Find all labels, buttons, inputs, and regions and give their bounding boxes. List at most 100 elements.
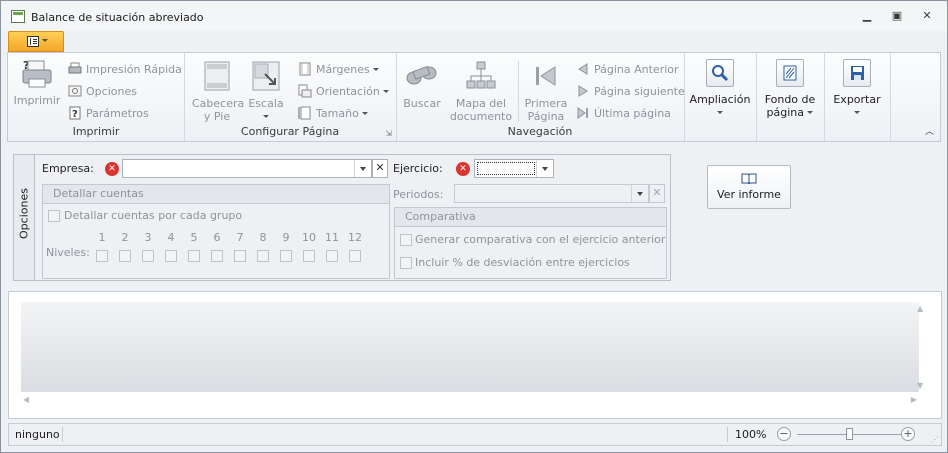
level-number: 10: [302, 231, 316, 244]
level-checkbox[interactable]: [280, 250, 292, 262]
status-bar: ninguno 100% − + ⋰: [8, 423, 942, 446]
level-checkbox[interactable]: [257, 250, 269, 262]
group-label-print: Imprimir: [72, 125, 120, 138]
header-footer-label-1: Cabecera: [192, 97, 245, 110]
next-page-button[interactable]: Página siguiente: [576, 84, 685, 99]
window-title: Balance de situación abreviado: [31, 11, 204, 24]
next-page-label: Página siguiente: [594, 85, 685, 98]
margins-button[interactable]: Márgenes: [298, 62, 380, 77]
options-tab[interactable]: Opciones: [14, 155, 35, 280]
options-button[interactable]: Opciones: [68, 84, 137, 99]
parameters-icon: ?: [69, 106, 81, 120]
zoom-in-icon[interactable]: +: [901, 427, 915, 441]
level-number: 8: [259, 231, 267, 244]
svg-text:?: ?: [72, 109, 78, 120]
level-checkbox[interactable]: [119, 250, 131, 262]
clear-icon[interactable]: ✕: [649, 184, 665, 203]
fiscal-year-combo[interactable]: [474, 159, 554, 178]
resize-grip-icon[interactable]: ⋰: [931, 435, 939, 444]
detail-per-group-checkbox[interactable]: [48, 210, 60, 222]
header-footer-button[interactable]: Cabecera y Pie: [192, 61, 245, 123]
horizontal-scrollbar[interactable]: ◀ ▶: [21, 393, 919, 408]
scroll-down-icon[interactable]: ▼: [917, 381, 923, 390]
next-page-icon: [578, 85, 588, 97]
parameters-button[interactable]: ? Parámetros: [68, 106, 149, 121]
file-menu-button[interactable]: [8, 31, 64, 52]
restore-icon[interactable]: ▣: [889, 9, 905, 23]
chevron-down-icon: [717, 111, 723, 114]
search-button[interactable]: Buscar: [400, 61, 444, 110]
first-page-button[interactable]: Primera Página: [522, 61, 570, 123]
size-button[interactable]: Tamaño: [298, 106, 369, 121]
page-background-label-1: Fondo de: [764, 93, 816, 106]
quick-print-button[interactable]: Impresión Rápida: [68, 62, 182, 77]
scroll-right-icon[interactable]: ▶: [911, 395, 917, 404]
ribbon-group-export: Exportar: [824, 53, 891, 141]
level-number: 7: [236, 231, 244, 244]
zoom-label: Ampliación: [689, 93, 751, 106]
collapse-ribbon-icon[interactable]: ︿: [925, 124, 934, 137]
fiscal-year-focus: [477, 162, 535, 175]
ribbon-group-print: ? Imprimir Impresión Rápida Opciones ? Pa…: [8, 53, 185, 141]
level-checkbox[interactable]: [165, 250, 177, 262]
zoom-slider-thumb[interactable]: [846, 428, 853, 440]
last-page-button[interactable]: Última página: [576, 106, 671, 121]
company-combo[interactable]: ✕: [122, 159, 388, 178]
page-background-button[interactable]: Fondo de página: [756, 59, 824, 119]
periods-combo[interactable]: ✕: [454, 184, 665, 203]
minimize-icon[interactable]: ▁: [859, 9, 875, 23]
ribbon-group-page-background: Fondo de página: [756, 53, 825, 141]
zoom-out-icon[interactable]: −: [777, 427, 791, 441]
level-checkbox[interactable]: [96, 250, 108, 262]
error-icon: ✕: [456, 162, 470, 176]
detail-accounts-title: Detallar cuentas: [43, 185, 389, 204]
clear-icon[interactable]: ✕: [372, 159, 388, 178]
level-checkbox[interactable]: [303, 250, 315, 262]
level-checkbox[interactable]: [142, 250, 154, 262]
generate-comparison-checkbox[interactable]: [400, 234, 412, 246]
report-canvas: [21, 302, 919, 392]
level-checkbox[interactable]: [234, 250, 246, 262]
previous-page-button[interactable]: Página Anterior: [576, 62, 679, 77]
page-background-icon: [776, 59, 804, 87]
document-map-button[interactable]: Mapa del documento: [448, 61, 514, 123]
close-icon[interactable]: ✕: [919, 9, 935, 23]
separator: [62, 427, 63, 442]
parameters-label: Parámetros: [86, 107, 149, 120]
chevron-down-icon: [42, 39, 48, 42]
zoom-button[interactable]: Ampliación: [684, 59, 756, 119]
last-page-icon: [577, 107, 588, 119]
chevron-down-icon: [373, 68, 380, 71]
chevron-down-icon[interactable]: [354, 160, 371, 177]
level-checkbox[interactable]: [211, 250, 223, 262]
level-checkbox[interactable]: [188, 250, 200, 262]
print-button[interactable]: ? Imprimir: [12, 58, 62, 107]
include-deviation-checkbox[interactable]: [400, 257, 412, 269]
dialog-launcher-icon[interactable]: ⇲: [385, 129, 392, 138]
binoculars-icon: [406, 65, 437, 85]
chevron-down-icon[interactable]: [536, 160, 553, 177]
vertical-scrollbar[interactable]: ▲ ▼: [914, 302, 929, 392]
chevron-down-icon: [362, 112, 369, 115]
orientation-button[interactable]: Orientación: [298, 84, 390, 99]
print-label: Imprimir: [13, 94, 61, 107]
printer-icon: ?: [22, 59, 52, 88]
fiscal-year-label: Ejercicio:: [393, 162, 443, 175]
level-number: 1: [98, 231, 106, 244]
report-window: Balance de situación abreviado ▁ ▣ ✕ ? I…: [0, 0, 948, 453]
magnifier-icon: [706, 59, 734, 87]
scale-label: Escala: [248, 97, 284, 110]
scale-button[interactable]: Escala: [244, 61, 288, 123]
scroll-left-icon[interactable]: ◀: [23, 395, 29, 404]
level-checkbox[interactable]: [326, 250, 338, 262]
orientation-icon: [298, 84, 312, 98]
status-text: ninguno: [15, 428, 60, 441]
ribbon-group-zoom: Ampliación: [684, 53, 757, 141]
export-button[interactable]: Exportar: [824, 59, 890, 119]
chevron-down-icon[interactable]: [631, 185, 648, 202]
view-report-button[interactable]: Ver informe: [707, 165, 791, 209]
level-checkbox[interactable]: [349, 250, 361, 262]
scroll-up-icon[interactable]: ▲: [917, 304, 923, 313]
include-deviation-label: Incluir % de desviación entre ejercicios: [415, 256, 630, 269]
zoom-percentage: 100%: [735, 428, 767, 441]
